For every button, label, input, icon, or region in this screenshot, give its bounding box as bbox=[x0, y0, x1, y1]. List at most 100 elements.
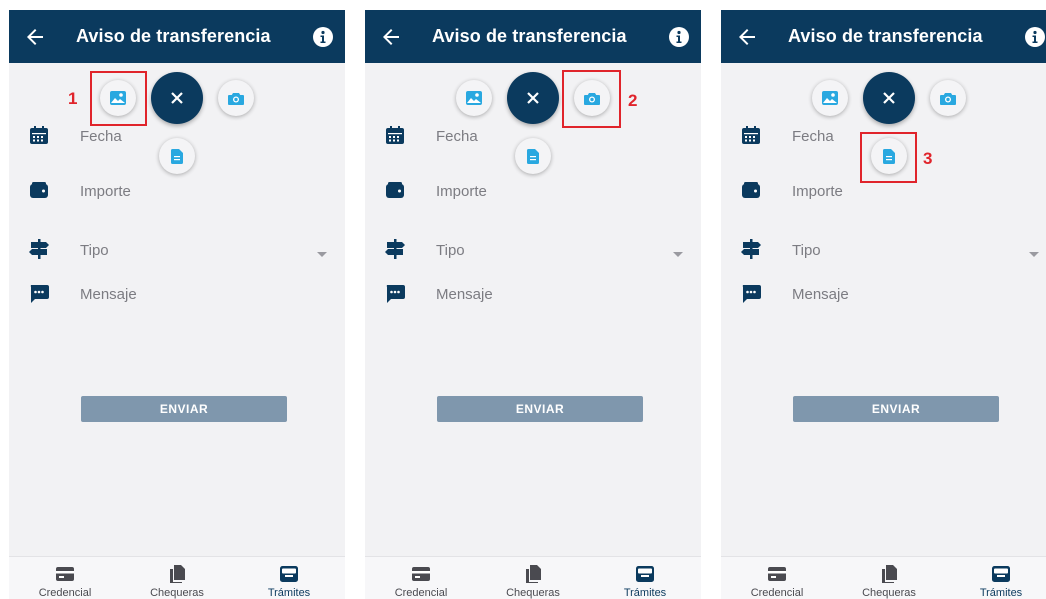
amount-field[interactable]: Importe bbox=[721, 179, 1046, 209]
arrow-back-icon[interactable] bbox=[379, 25, 403, 49]
nav-item-chequeras[interactable]: Chequeras bbox=[483, 557, 583, 599]
close-fab-button[interactable] bbox=[507, 72, 559, 124]
wallet-icon bbox=[30, 182, 48, 198]
type-select[interactable]: Tipo bbox=[9, 238, 345, 268]
nav-label: Chequeras bbox=[506, 587, 560, 599]
nav-item-credencial[interactable]: Credencial bbox=[371, 557, 471, 599]
highlight-box bbox=[860, 132, 917, 183]
message-field[interactable]: Mensaje bbox=[365, 282, 701, 312]
app-bar: Aviso de transferencia bbox=[721, 10, 1046, 63]
highlight-number: 2 bbox=[628, 91, 638, 110]
type-select[interactable]: Tipo bbox=[365, 238, 701, 268]
document-icon bbox=[171, 148, 183, 164]
amount-field[interactable]: Importe bbox=[9, 179, 345, 209]
message-label: Mensaje bbox=[436, 286, 493, 303]
close-icon bbox=[171, 92, 183, 104]
close-fab-button[interactable] bbox=[863, 72, 915, 124]
close-fab-button[interactable] bbox=[151, 72, 203, 124]
phone-screen-1: Aviso de transferencia Fecha Importe Tip… bbox=[9, 10, 345, 599]
message-field[interactable]: Mensaje bbox=[9, 282, 345, 312]
document-icon bbox=[527, 148, 539, 164]
highlight-box bbox=[562, 70, 621, 128]
nav-item-tramites[interactable]: Trámites bbox=[595, 557, 695, 599]
page-title: Aviso de transferencia bbox=[432, 26, 627, 46]
nav-label: Credencial bbox=[38, 587, 92, 599]
app-bar: Aviso de transferencia bbox=[365, 10, 701, 63]
amount-label: Importe bbox=[792, 183, 843, 200]
message-field[interactable]: Mensaje bbox=[721, 282, 1046, 312]
info-icon[interactable] bbox=[313, 27, 333, 47]
info-icon[interactable] bbox=[669, 27, 689, 47]
type-select[interactable]: Tipo bbox=[721, 238, 1046, 268]
page-title: Aviso de transferencia bbox=[788, 26, 983, 46]
dropdown-arrow-icon[interactable] bbox=[317, 252, 327, 257]
calendar-icon bbox=[30, 126, 48, 144]
date-label: Fecha bbox=[80, 128, 122, 145]
camera-icon bbox=[228, 92, 244, 105]
date-label: Fecha bbox=[792, 128, 834, 145]
camera-fab-button[interactable] bbox=[930, 80, 966, 116]
amount-field[interactable]: Importe bbox=[365, 179, 701, 209]
image-icon bbox=[822, 91, 838, 105]
phone-screen-2: Aviso de transferencia Fecha Importe Tip… bbox=[365, 10, 701, 599]
inbox-icon bbox=[636, 566, 654, 582]
message-icon bbox=[30, 285, 49, 303]
message-icon bbox=[742, 285, 761, 303]
gallery-fab-button[interactable] bbox=[456, 80, 492, 116]
signpost-icon bbox=[385, 239, 405, 259]
send-button[interactable]: ENVIAR bbox=[81, 396, 287, 422]
close-icon bbox=[527, 92, 539, 104]
nav-item-chequeras[interactable]: Chequeras bbox=[127, 557, 227, 599]
close-icon bbox=[883, 92, 895, 104]
nav-item-chequeras[interactable]: Chequeras bbox=[839, 557, 939, 599]
type-label: Tipo bbox=[436, 242, 465, 259]
app-bar: Aviso de transferencia bbox=[9, 10, 345, 63]
id-card-icon bbox=[56, 567, 74, 581]
copy-docs-icon bbox=[882, 565, 897, 583]
signpost-icon bbox=[29, 239, 49, 259]
nav-item-tramites[interactable]: Trámites bbox=[239, 557, 339, 599]
copy-docs-icon bbox=[170, 565, 185, 583]
nav-label: Trámites bbox=[623, 587, 667, 599]
send-button[interactable]: ENVIAR bbox=[793, 396, 999, 422]
document-fab-button[interactable] bbox=[515, 138, 551, 174]
arrow-back-icon[interactable] bbox=[23, 25, 47, 49]
nav-item-credencial[interactable]: Credencial bbox=[727, 557, 827, 599]
calendar-icon bbox=[386, 126, 404, 144]
copy-docs-icon bbox=[526, 565, 541, 583]
screens-container: Aviso de transferencia Fecha Importe Tip… bbox=[0, 0, 1046, 599]
arrow-back-icon[interactable] bbox=[735, 25, 759, 49]
document-fab-button[interactable] bbox=[159, 138, 195, 174]
camera-fab-button[interactable] bbox=[218, 80, 254, 116]
dropdown-arrow-icon[interactable] bbox=[1029, 252, 1039, 257]
message-label: Mensaje bbox=[792, 286, 849, 303]
id-card-icon bbox=[412, 567, 430, 581]
date-label: Fecha bbox=[436, 128, 478, 145]
bottom-navigation: Credencial Chequeras Trámites bbox=[9, 556, 345, 599]
gallery-fab-button[interactable] bbox=[812, 80, 848, 116]
nav-label: Chequeras bbox=[150, 587, 204, 599]
nav-item-credencial[interactable]: Credencial bbox=[15, 557, 115, 599]
dropdown-arrow-icon[interactable] bbox=[673, 252, 683, 257]
nav-label: Trámites bbox=[267, 587, 311, 599]
bottom-navigation: Credencial Chequeras Trámites bbox=[721, 556, 1046, 599]
nav-label: Credencial bbox=[394, 587, 448, 599]
send-button[interactable]: ENVIAR bbox=[437, 396, 643, 422]
camera-icon bbox=[940, 92, 956, 105]
info-icon[interactable] bbox=[1025, 27, 1045, 47]
image-icon bbox=[466, 91, 482, 105]
nav-label: Trámites bbox=[979, 587, 1023, 599]
id-card-icon bbox=[768, 567, 786, 581]
inbox-icon bbox=[992, 566, 1010, 582]
highlight-number: 1 bbox=[68, 89, 78, 108]
inbox-icon bbox=[280, 566, 298, 582]
phone-screen-3: Aviso de transferencia Fecha Importe Tip… bbox=[721, 10, 1046, 599]
message-label: Mensaje bbox=[80, 286, 137, 303]
calendar-icon bbox=[742, 126, 760, 144]
type-label: Tipo bbox=[792, 242, 821, 259]
nav-label: Chequeras bbox=[862, 587, 916, 599]
amount-label: Importe bbox=[436, 183, 487, 200]
wallet-icon bbox=[386, 182, 404, 198]
amount-label: Importe bbox=[80, 183, 131, 200]
nav-item-tramites[interactable]: Trámites bbox=[951, 557, 1046, 599]
